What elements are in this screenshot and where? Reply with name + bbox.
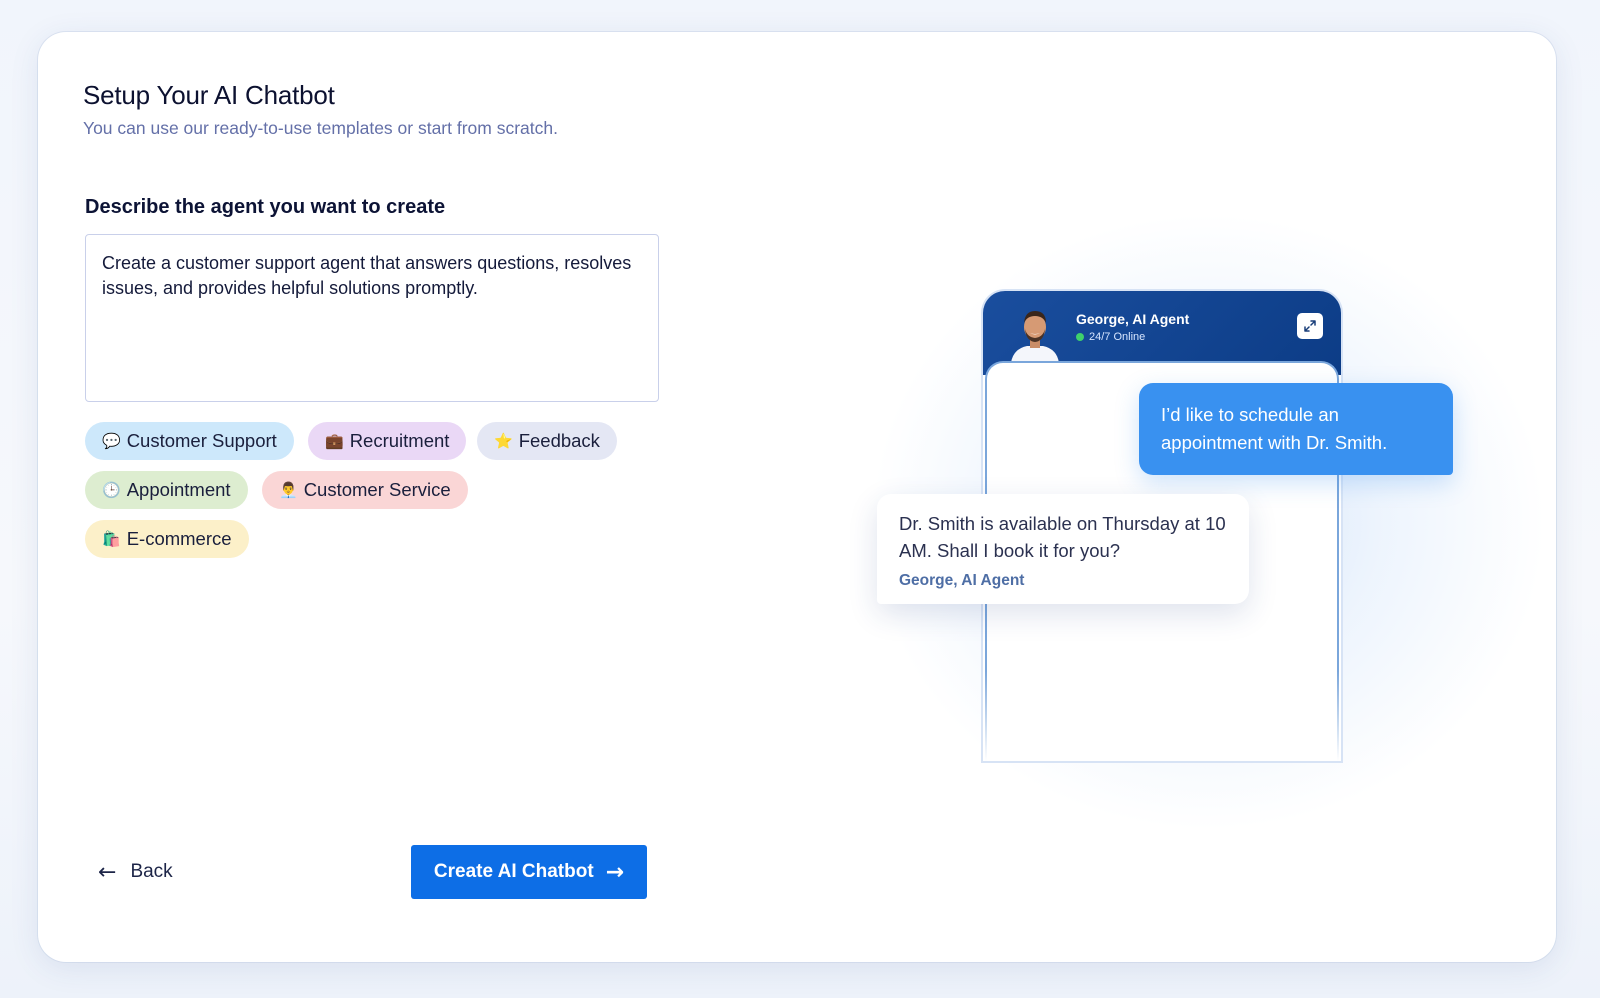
- template-chip-label: Feedback: [518, 430, 600, 451]
- agent-description-input[interactable]: Create a customer support agent that ans…: [85, 234, 659, 402]
- briefcase-icon: 💼: [325, 432, 344, 450]
- clock-icon: 🕒: [102, 481, 121, 499]
- template-chip-label: Appointment: [126, 479, 231, 500]
- agent-avatar: [1011, 311, 1059, 363]
- agent-description-label: Describe the agent you want to create: [85, 196, 446, 218]
- back-button-label: Back: [130, 861, 173, 882]
- agent-status-text: 24/7 Online: [1089, 331, 1146, 343]
- online-status-icon: [1076, 333, 1084, 341]
- template-chip-label: Customer Support: [126, 430, 277, 451]
- office-worker-icon: 👨‍💼: [279, 481, 298, 499]
- page-subtitle: You can use our ready-to-use templates o…: [83, 118, 558, 138]
- agent-message-bubble: Dr. Smith is available on Thursday at 10…: [877, 494, 1249, 604]
- template-chip-label: Recruitment: [349, 430, 450, 451]
- agent-message-sender: George, AI Agent: [899, 572, 1025, 589]
- speech-bubble-icon: 💬: [102, 432, 121, 450]
- shopping-bags-icon: 🛍️: [102, 530, 121, 548]
- agent-message-text: Dr. Smith is available on Thursday at 10…: [899, 513, 1226, 561]
- create-button-label: Create AI Chatbot: [433, 861, 594, 882]
- user-message-bubble: I’d like to schedule an appointment with…: [1139, 383, 1453, 475]
- arrow-right-icon: →: [605, 859, 625, 885]
- expand-chat-button[interactable]: [1297, 313, 1323, 339]
- arrow-left-icon: ←: [98, 859, 117, 885]
- template-chip-appointment[interactable]: 🕒 Appointment: [85, 471, 248, 509]
- agent-name: George, AI Agent: [1076, 311, 1190, 327]
- template-chip-feedback[interactable]: ⭐ Feedback: [477, 422, 617, 460]
- template-chip-customer-service[interactable]: 👨‍💼 Customer Service: [262, 471, 468, 509]
- template-chip-label: E-commerce: [126, 528, 232, 549]
- template-chip-ecommerce[interactable]: 🛍️ E-commerce: [85, 520, 249, 558]
- template-chip-recruitment[interactable]: 💼 Recruitment: [308, 422, 467, 460]
- agent-status: 24/7 Online: [1076, 331, 1145, 343]
- setup-card: Setup Your AI Chatbot You can use our re…: [38, 32, 1556, 962]
- page-title: Setup Your AI Chatbot: [83, 80, 335, 110]
- template-chip-customer-support[interactable]: 💬 Customer Support: [85, 422, 294, 460]
- expand-icon: [1304, 320, 1316, 332]
- back-button[interactable]: ← Back: [98, 850, 173, 894]
- template-chip-label: Customer Service: [303, 479, 451, 500]
- star-icon: ⭐: [494, 432, 513, 450]
- create-ai-chatbot-button[interactable]: Create AI Chatbot →: [411, 845, 647, 899]
